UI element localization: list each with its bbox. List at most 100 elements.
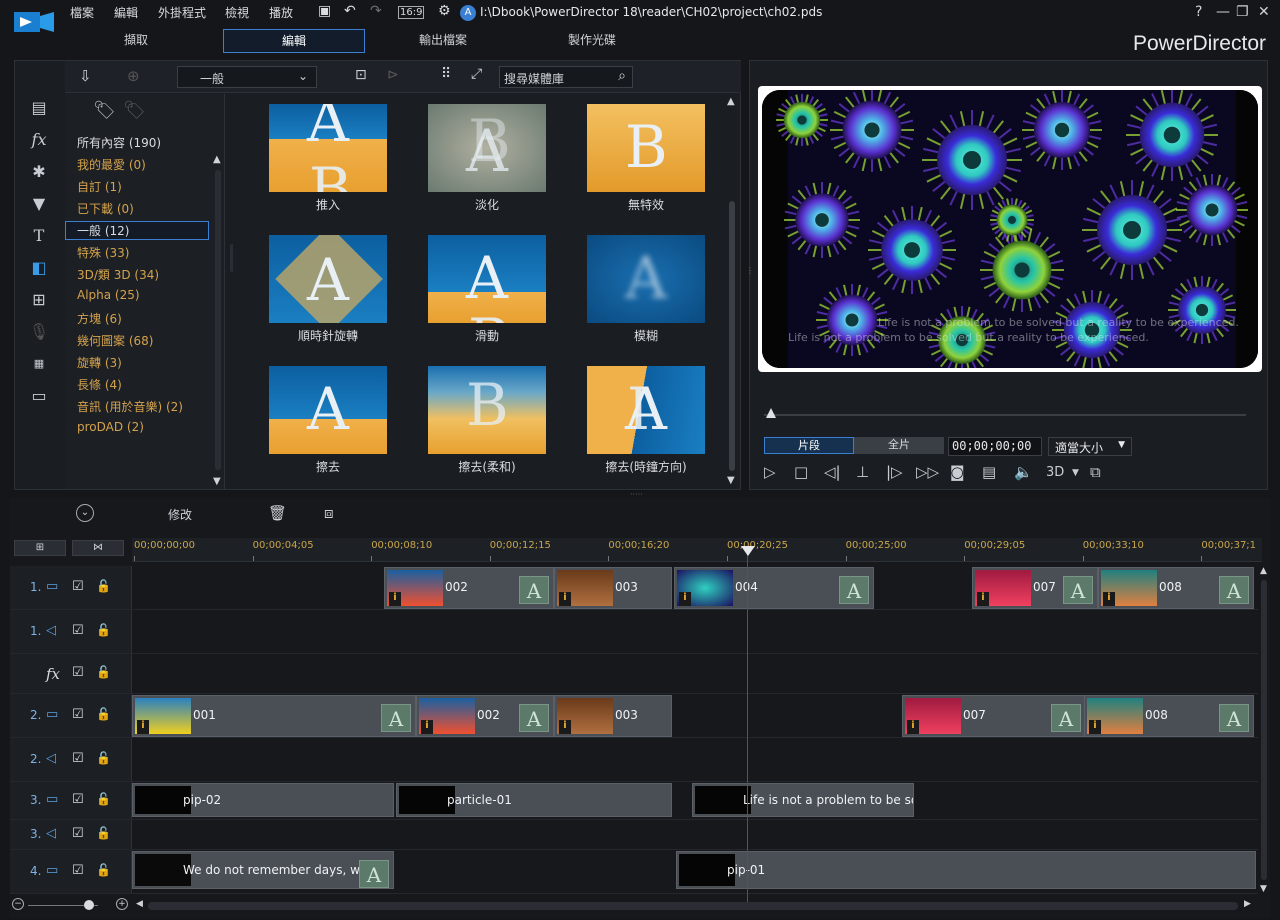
transition-marker-icon[interactable]: A — [1051, 704, 1081, 732]
tools-menu-icon[interactable]: ⌄ — [76, 504, 94, 522]
timeline-vscrollbar[interactable] — [1261, 580, 1267, 880]
transition-thumbnail[interactable]: B — [587, 104, 705, 192]
track-enable-checkbox[interactable]: ☑ — [72, 707, 84, 722]
timeline-clip[interactable]: particle-01 — [396, 783, 672, 817]
transition-thumbnail[interactable]: AB — [428, 235, 546, 323]
track-enable-checkbox[interactable]: ☑ — [72, 792, 84, 807]
search-input[interactable]: 搜尋媒體庫 — [504, 70, 564, 87]
category-item[interactable]: 旋轉 (3) — [77, 354, 122, 371]
remove-tag-icon[interactable]: 🏷 — [123, 100, 146, 121]
track-lock-icon[interactable]: 🔓 — [96, 707, 111, 721]
timeline-clip[interactable]: pip-02 — [132, 783, 394, 817]
import-media-icon[interactable]: ⇩ — [79, 67, 92, 85]
timeline-clip[interactable]: i004A — [674, 567, 874, 609]
timeline-clip[interactable]: i 007 A — [902, 695, 1086, 737]
category-item[interactable]: Alpha (25) — [77, 288, 140, 302]
search-icon[interactable]: ⌕ — [618, 68, 626, 84]
zoom-in-icon[interactable]: + — [116, 898, 128, 910]
restore-icon[interactable]: ❐ — [1236, 4, 1249, 20]
clip-info-icon[interactable]: i — [977, 592, 989, 606]
transition-marker-icon[interactable]: A — [381, 704, 411, 732]
track-lock-icon[interactable]: 🔓 — [96, 792, 111, 806]
track-lock-icon[interactable]: 🔓 — [96, 826, 111, 840]
fit-timeline-icon[interactable]: ⋈ — [72, 540, 124, 556]
track-enable-checkbox[interactable]: ☑ — [72, 751, 84, 766]
track-enable-checkbox[interactable]: ☑ — [72, 623, 84, 638]
expand-icon[interactable]: ⤢ — [471, 66, 482, 82]
track-lock-icon[interactable]: 🔓 — [96, 751, 111, 765]
timeline-ruler[interactable]: 00;00;00;00 00;00;04;05 00;00;08;10 00;00;1… — [132, 538, 1262, 562]
split-icon[interactable]: ⊥ — [856, 463, 869, 481]
category-item[interactable]: 自訂 (1) — [77, 178, 122, 195]
clip-info-icon[interactable]: i — [1089, 720, 1101, 734]
timeline-clip[interactable]: We do not remember days, we re A — [132, 851, 394, 889]
particle-room-icon[interactable]: ▼ — [27, 193, 51, 215]
tab-produce[interactable]: 輸出檔案 — [383, 29, 503, 53]
media-room-icon[interactable]: ▤ — [27, 97, 51, 119]
help-button[interactable]: ? — [1195, 4, 1202, 20]
panel-resize-handle[interactable]: ⋮ — [746, 266, 754, 275]
voice-record-icon[interactable]: 🎙 — [27, 321, 51, 343]
transition-marker-icon[interactable]: A — [519, 576, 549, 604]
menu-edit[interactable]: 編輯 — [114, 4, 138, 21]
tab-edit[interactable]: 編輯 — [223, 29, 365, 53]
menu-view[interactable]: 檢視 — [225, 4, 249, 21]
snapshot-icon[interactable]: ◙ — [950, 463, 965, 481]
subtitles-icon[interactable]: ▤ — [982, 463, 996, 481]
download-icon[interactable]: ⊕ — [127, 67, 140, 85]
fx-room-icon[interactable]: fx — [27, 129, 51, 151]
category-item[interactable]: 方塊 (6) — [77, 310, 122, 327]
scroll-up-icon[interactable]: ▲ — [213, 154, 221, 165]
category-item[interactable]: 3D/類 3D (34) — [77, 266, 159, 283]
clip-info-icon[interactable]: i — [679, 592, 691, 606]
add-to-favorites-icon[interactable]: ⊳ — [387, 67, 399, 83]
playhead-line[interactable] — [747, 552, 748, 902]
transition-thumbnail[interactable]: A — [587, 235, 705, 323]
clip-info-icon[interactable]: i — [559, 720, 571, 734]
chapter-room-icon[interactable]: ▦ — [27, 353, 51, 375]
clip-info-icon[interactable]: i — [907, 720, 919, 734]
title-room-icon[interactable]: T — [27, 225, 51, 247]
vscroll-up-icon[interactable]: ▲ — [1260, 566, 1267, 576]
timeline-hscrollbar[interactable] — [148, 902, 1238, 910]
menu-plugins[interactable]: 外掛程式 — [158, 4, 206, 21]
hscroll-left-icon[interactable]: ◀ — [136, 899, 143, 909]
playhead-handle[interactable] — [741, 546, 755, 556]
tab-create-disc[interactable]: 製作光碟 — [532, 29, 652, 53]
timeline-clip[interactable]: i 001 A — [132, 695, 416, 737]
clip-info-icon[interactable]: i — [421, 720, 433, 734]
view-grid-icon[interactable]: ⠿ — [441, 66, 451, 82]
next-frame-icon[interactable]: |▷ — [886, 463, 903, 481]
minimize-icon[interactable]: — — [1216, 4, 1230, 20]
tab-movie[interactable]: 全片 — [854, 437, 944, 454]
category-item[interactable]: 所有內容 (190) — [77, 134, 161, 151]
transition-marker-icon[interactable]: A — [1219, 704, 1249, 732]
audio-mixing-icon[interactable]: ⊞ — [27, 289, 51, 311]
transition-marker-icon[interactable]: A — [359, 860, 389, 888]
transition-room-icon[interactable]: ◧ — [27, 257, 51, 279]
track-enable-checkbox[interactable]: ☑ — [72, 826, 84, 841]
settings-gear-icon[interactable]: ⚙ — [438, 3, 451, 19]
transition-thumbnail[interactable]: AB — [428, 104, 546, 192]
play-icon[interactable]: ▷ — [764, 463, 776, 481]
tab-capture[interactable]: 擷取 — [76, 29, 196, 53]
category-dropdown[interactable]: 一般 ⌄ — [177, 66, 317, 88]
preview-seekbar[interactable] — [764, 414, 1246, 416]
subtitle-room-icon[interactable]: ▭ — [27, 385, 51, 407]
clip-info-icon[interactable]: i — [137, 720, 149, 734]
transition-marker-icon[interactable]: A — [839, 576, 869, 604]
vscroll-down-icon[interactable]: ▼ — [1260, 884, 1267, 894]
timeline-clip[interactable]: i 008 A — [1084, 695, 1254, 737]
add-tag-icon[interactable]: 🏷 — [93, 100, 116, 121]
category-item[interactable]: 音訊 (用於音樂) (2) — [77, 398, 183, 415]
category-item[interactable]: 特殊 (33) — [77, 244, 129, 261]
timeline-clip[interactable]: pip-01 — [676, 851, 1256, 889]
menu-playback[interactable]: 播放 — [269, 4, 293, 21]
pip-room-icon[interactable]: ✱ — [27, 161, 51, 183]
transition-marker-icon[interactable]: A — [1219, 576, 1249, 604]
track-lock-icon[interactable]: 🔓 — [96, 863, 111, 877]
hscroll-right-icon[interactable]: ▶ — [1244, 899, 1251, 909]
delete-icon[interactable]: 🗑 — [268, 504, 287, 522]
edit-tools-icon[interactable]: ⧈ — [324, 504, 334, 522]
undock-preview-icon[interactable]: ⧉ — [1090, 463, 1101, 481]
